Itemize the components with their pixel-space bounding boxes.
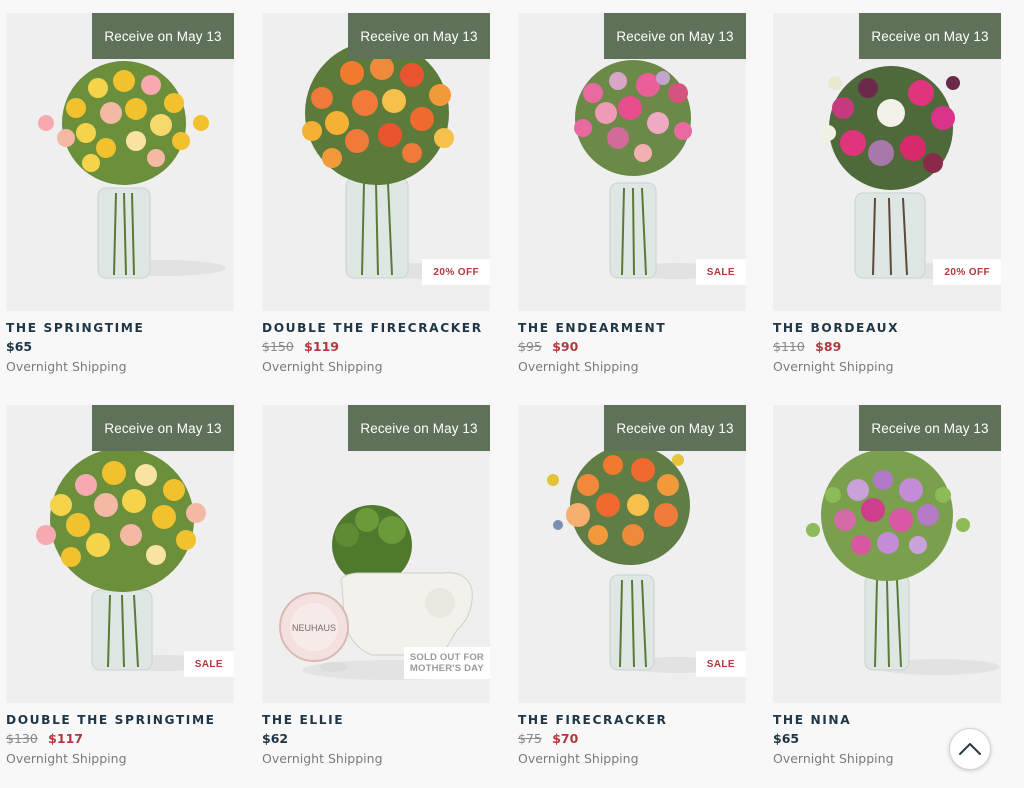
sale-price: $117 (48, 731, 83, 746)
delivery-date-badge: Receive on May 13 (859, 405, 1001, 451)
price-row: $95 $90 (518, 339, 578, 354)
shipping-label: Overnight Shipping (518, 359, 639, 374)
delivery-date-badge: Receive on May 13 (604, 405, 746, 451)
shipping-label: Overnight Shipping (262, 751, 383, 766)
price-row: $65 (6, 339, 32, 354)
product-image[interactable]: Receive on May 13 (6, 13, 234, 311)
product-name[interactable]: THE ELLIE (262, 713, 344, 727)
chevron-up-icon (959, 743, 981, 755)
sale-badge: SALE (183, 651, 234, 677)
price-row: $110 $89 (773, 339, 841, 354)
sale-price: $90 (552, 339, 579, 354)
sale-badge: SALE (695, 259, 746, 285)
delivery-date-badge: Receive on May 13 (859, 13, 1001, 59)
product-name[interactable]: THE BORDEAUX (773, 321, 899, 335)
delivery-date-badge: Receive on May 13 (348, 13, 490, 59)
shipping-label: Overnight Shipping (6, 359, 127, 374)
delivery-date-badge: Receive on May 13 (92, 405, 234, 451)
sale-badge: SALE (695, 651, 746, 677)
product-name[interactable]: THE NINA (773, 713, 851, 727)
sale-price: $89 (815, 339, 842, 354)
original-price: $130 (6, 731, 38, 746)
delivery-date-badge: Receive on May 13 (604, 13, 746, 59)
product-name[interactable]: DOUBLE THE SPRINGTIME (6, 713, 216, 727)
discount-badge: 20% OFF (933, 259, 1001, 285)
product-name[interactable]: DOUBLE THE FIRECRACKER (262, 321, 483, 335)
price-row: $150 $119 (262, 339, 339, 354)
product-image[interactable]: Receive on May 13 (773, 405, 1001, 703)
original-price: $110 (773, 339, 805, 354)
shipping-label: Overnight Shipping (518, 751, 639, 766)
sale-price: $70 (552, 731, 579, 746)
shipping-label: Overnight Shipping (262, 359, 383, 374)
price-row: $62 (262, 731, 288, 746)
shipping-label: Overnight Shipping (6, 751, 127, 766)
price-row: $75 $70 (518, 731, 578, 746)
original-price: $150 (262, 339, 294, 354)
price-row: $65 (773, 731, 799, 746)
delivery-date-badge: Receive on May 13 (348, 405, 490, 451)
product-image[interactable]: Receive on May 13 SALE (518, 13, 746, 311)
delivery-date-badge: Receive on May 13 (92, 13, 234, 59)
sale-price: $119 (304, 339, 339, 354)
shipping-label: Overnight Shipping (773, 751, 894, 766)
product-image[interactable]: Receive on May 13 20% OFF (262, 13, 490, 311)
price-row: $130 $117 (6, 731, 83, 746)
product-image[interactable]: NEUHAUS Receive on May 13 SOLD OUT FOR M… (262, 405, 490, 703)
original-price: $95 (518, 339, 542, 354)
product-name[interactable]: THE FIRECRACKER (518, 713, 668, 727)
box-label: NEUHAUS (292, 623, 336, 633)
product-name[interactable]: THE SPRINGTIME (6, 321, 144, 335)
product-image[interactable]: Receive on May 13 20% OFF (773, 13, 1001, 311)
product-image[interactable]: Receive on May 13 SALE (6, 405, 234, 703)
product-price: $65 (773, 731, 800, 746)
product-price: $65 (6, 339, 33, 354)
discount-badge: 20% OFF (422, 259, 490, 285)
scroll-to-top-button[interactable] (949, 728, 991, 770)
product-price: $62 (262, 731, 289, 746)
product-image[interactable]: Receive on May 13 SALE (518, 405, 746, 703)
product-name[interactable]: THE ENDEARMENT (518, 321, 666, 335)
sold-out-badge: SOLD OUT FOR MOTHER'S DAY (403, 647, 490, 679)
shipping-label: Overnight Shipping (773, 359, 894, 374)
original-price: $75 (518, 731, 542, 746)
